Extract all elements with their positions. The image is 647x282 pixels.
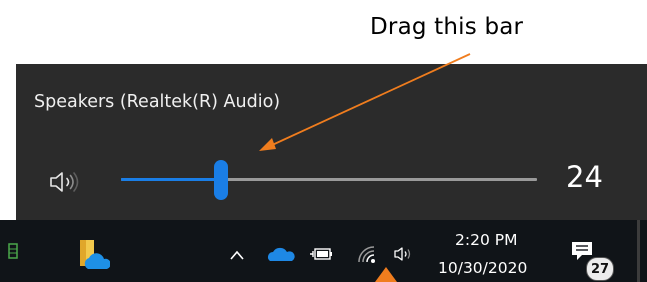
battery-plug-icon[interactable]: [309, 246, 333, 265]
slider-fill: [121, 178, 221, 181]
show-hidden-icons-chevron[interactable]: [229, 246, 245, 265]
wifi-icon[interactable]: [356, 244, 378, 268]
taskbar: 2:20 PM 10/30/2020 27: [0, 220, 647, 282]
speaker-volume-icon[interactable]: [48, 167, 84, 197]
slider-thumb[interactable]: [213, 160, 228, 200]
show-desktop-divider[interactable]: [637, 220, 640, 282]
clock-date[interactable]: 10/30/2020: [438, 259, 527, 277]
file-explorer-icon[interactable]: [78, 237, 111, 275]
volume-flyout: Speakers (Realtek(R) Audio) 24: [16, 64, 647, 220]
annotation-label: Drag this bar: [370, 14, 524, 40]
speaker-icon[interactable]: [393, 245, 415, 267]
onedrive-cloud-icon[interactable]: [266, 246, 296, 266]
device-name[interactable]: Speakers (Realtek(R) Audio): [34, 92, 280, 112]
clock-time[interactable]: 2:20 PM: [455, 231, 517, 249]
volume-value: 24: [566, 160, 603, 194]
volume-slider[interactable]: [121, 160, 537, 200]
notification-count-badge[interactable]: 27: [586, 257, 614, 281]
app-icon[interactable]: [8, 243, 18, 263]
